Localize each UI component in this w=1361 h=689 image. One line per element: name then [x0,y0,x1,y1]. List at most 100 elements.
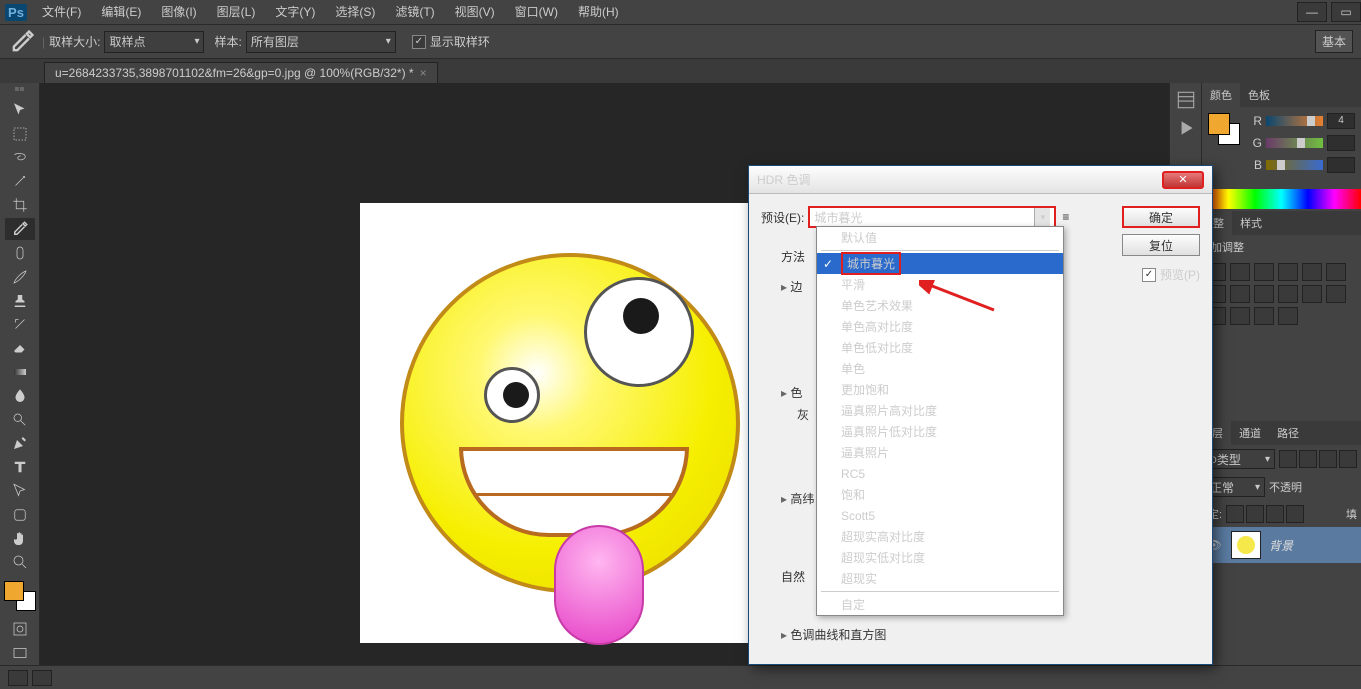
adj-icon[interactable] [1278,263,1298,281]
filter-icon[interactable] [1299,450,1317,468]
preset-item[interactable]: 默认值 [817,227,1063,248]
quickmask-tool[interactable] [5,617,35,640]
adj-icon[interactable] [1326,285,1346,303]
gradient-tool[interactable] [5,361,35,384]
wand-tool[interactable] [5,170,35,193]
history-icon[interactable] [1175,89,1197,111]
preset-item[interactable]: 单色低对比度 [817,337,1063,358]
adj-icon[interactable] [1278,285,1298,303]
close-button[interactable]: ✕ [1162,171,1204,189]
menu-filter[interactable]: 滤镜(T) [385,0,444,25]
heal-tool[interactable] [5,241,35,264]
preset-item-custom[interactable]: 自定 [817,594,1063,615]
window-menu[interactable]: ▭ [1331,2,1361,22]
preset-item[interactable]: 饱和 [817,484,1063,505]
type-tool[interactable] [5,456,35,479]
slider-b[interactable] [1266,160,1323,170]
preset-item[interactable]: 更加饱和 [817,379,1063,400]
hand-tool[interactable] [5,527,35,550]
adj-icon[interactable] [1254,307,1274,325]
brush-tool[interactable] [5,265,35,288]
menu-file[interactable]: 文件(F) [32,0,91,25]
status-btn[interactable] [32,670,52,686]
preset-item[interactable]: 逼真照片高对比度 [817,400,1063,421]
eyedropper-tool[interactable] [5,218,35,241]
dodge-tool[interactable] [5,408,35,431]
menu-help[interactable]: 帮助(H) [568,0,629,25]
pen-tool[interactable] [5,432,35,455]
lock-icon[interactable] [1266,505,1284,523]
tab-paths[interactable]: 路径 [1269,421,1307,445]
adj-icon[interactable] [1254,285,1274,303]
preset-item[interactable]: 逼真照片 [817,442,1063,463]
basic-button[interactable]: 基本 [1315,30,1353,53]
adj-icon[interactable] [1254,263,1274,281]
dialog-titlebar[interactable]: HDR 色调 ✕ [749,166,1212,194]
doc-tab[interactable]: u=2684233735,3898701102&fm=26&gp=0.jpg @… [44,62,438,83]
panel-swatch[interactable] [1208,113,1240,145]
preset-item[interactable]: 超现实低对比度 [817,547,1063,568]
tab-color[interactable]: 颜色 [1202,83,1240,107]
status-btn[interactable] [8,670,28,686]
slider-g[interactable] [1266,138,1323,148]
path-tool[interactable] [5,480,35,503]
preset-item[interactable]: Scott5 [817,505,1063,526]
lock-icon[interactable] [1246,505,1264,523]
menu-type[interactable]: 文字(Y) [265,0,325,25]
shape-tool[interactable] [5,503,35,526]
layer-kind-select[interactable]: ρ类型▾ [1205,449,1275,469]
zoom-tool[interactable] [5,551,35,574]
filter-icon[interactable] [1279,450,1297,468]
adj-icon[interactable] [1302,263,1322,281]
stamp-tool[interactable] [5,289,35,312]
menu-select[interactable]: 选择(S) [325,0,385,25]
color-swatch[interactable] [4,581,36,611]
eraser-tool[interactable] [5,337,35,360]
layer-row[interactable]: 👁 背景 [1201,527,1361,563]
crop-tool[interactable] [5,194,35,217]
preview-check[interactable]: ✓预览(P) [1142,266,1200,283]
filter-icon[interactable] [1339,450,1357,468]
window-min[interactable]: — [1297,2,1327,22]
screenmode-tool[interactable] [5,641,35,664]
slider-r[interactable] [1266,116,1323,126]
lasso-tool[interactable] [5,146,35,169]
ok-button[interactable]: 确定 [1122,206,1200,228]
preset-item[interactable]: 单色高对比度 [817,316,1063,337]
tab-style[interactable]: 样式 [1232,211,1270,235]
blur-tool[interactable] [5,384,35,407]
preset-item-selected[interactable]: ✓城市暮光 [817,253,1063,274]
sample-combo[interactable]: 所有图层▾ [246,31,396,53]
preset-item[interactable]: 单色 [817,358,1063,379]
preset-item[interactable]: 超现实高对比度 [817,526,1063,547]
adj-icon[interactable] [1230,263,1250,281]
history-tool[interactable] [5,313,35,336]
spectrum[interactable] [1202,189,1361,209]
show-ring-check[interactable]: ✓显示取样环 [412,33,490,50]
adj-icon[interactable] [1326,263,1346,281]
preset-item[interactable]: 逼真照片低对比度 [817,421,1063,442]
tab-channels[interactable]: 通道 [1231,421,1269,445]
lock-icon[interactable] [1226,505,1244,523]
adj-icon[interactable] [1230,307,1250,325]
adj-icon[interactable] [1302,285,1322,303]
preset-item[interactable]: 平滑 [817,274,1063,295]
move-tool[interactable] [5,99,35,122]
tab-swatch[interactable]: 色板 [1240,83,1278,107]
lock-icon[interactable] [1286,505,1304,523]
marquee-tool[interactable] [5,122,35,145]
menu-layer[interactable]: 图层(L) [207,0,266,25]
menu-view[interactable]: 视图(V) [445,0,505,25]
preset-item[interactable]: 超现实 [817,568,1063,589]
sample-size-combo[interactable]: 取样点▾ [104,31,204,53]
reset-button[interactable]: 复位 [1122,234,1200,256]
blend-mode-select[interactable]: 正常▾ [1205,477,1265,497]
menu-edit[interactable]: 编辑(E) [91,0,151,25]
close-icon[interactable]: × [420,66,427,80]
preset-item[interactable]: RC5 [817,463,1063,484]
filter-icon[interactable] [1319,450,1337,468]
adj-icon[interactable] [1278,307,1298,325]
preset-menu-icon[interactable]: ≡ [1062,210,1069,224]
play-icon[interactable] [1175,117,1197,139]
menu-image[interactable]: 图像(I) [151,0,206,25]
